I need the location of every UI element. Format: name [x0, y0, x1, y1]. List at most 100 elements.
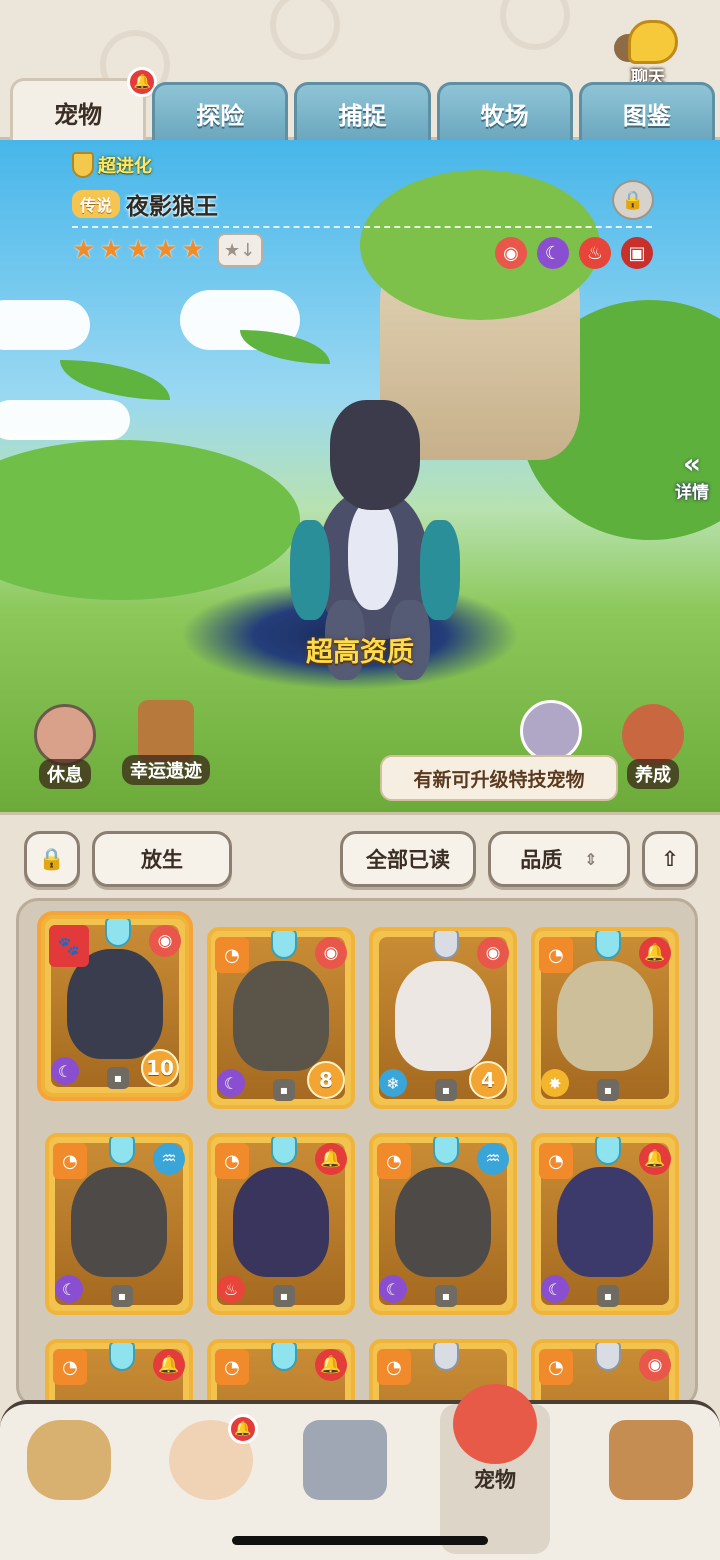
- read-all-button[interactable]: 全部已读: [340, 831, 476, 887]
- nav-equipment[interactable]: [290, 1414, 400, 1514]
- top-frame: 聊天 宠物 🔔 探险 捕捉 牧场 图鉴: [0, 0, 720, 144]
- pet-wolf-head[interactable]: [330, 400, 420, 510]
- pet-card[interactable]: ◔ 🔔 ☾ ▪: [531, 1133, 679, 1315]
- gem-icon: [271, 1343, 297, 1371]
- tab-label: 图鉴: [622, 102, 671, 130]
- shield-icon: [72, 152, 94, 178]
- level-badge: 10: [141, 1049, 179, 1087]
- pet-card[interactable]: ◉ ❄ ▪ 4: [369, 927, 517, 1109]
- nav-hero[interactable]: 🔔: [156, 1414, 266, 1514]
- nav-totem[interactable]: [596, 1414, 706, 1514]
- evolution-text: 超进化: [98, 156, 152, 177]
- gem-icon: [595, 931, 621, 959]
- sleeping-pet-icon: [34, 704, 96, 766]
- lock-icon: ▪: [435, 1285, 457, 1307]
- pet-card[interactable]: ◔ 🔔 ✸ ▪: [531, 927, 679, 1109]
- lock-icon: ▪: [273, 1285, 295, 1307]
- upgrade-tip[interactable]: 有新可升级特技宠物: [380, 755, 618, 801]
- tab-label: 捕捉: [338, 102, 387, 130]
- tab-pokedex[interactable]: 图鉴: [578, 82, 716, 142]
- gem-icon: [109, 1137, 135, 1165]
- sort-label: 品质: [520, 848, 563, 872]
- star-rating: ★ ★ ★ ★ ★ ★↓: [72, 233, 263, 267]
- gem-icon: [271, 1137, 297, 1165]
- palm-leaf: [60, 360, 170, 400]
- element-icons: ☾: [379, 1275, 407, 1303]
- palm-leaf: [240, 330, 330, 364]
- home-indicator: [232, 1536, 488, 1545]
- lock-icon: ▪: [435, 1079, 457, 1101]
- release-label: 放生: [141, 848, 183, 872]
- lock-icon: ▪: [107, 1067, 129, 1089]
- star-icon: ★: [99, 235, 123, 265]
- pet-avatar-icon: [520, 700, 582, 762]
- rest-label: 休息: [39, 759, 91, 789]
- egg-tag-icon: ◔: [377, 1143, 411, 1179]
- sort-direction-button[interactable]: ⇧: [642, 831, 698, 887]
- lucky-relic-button[interactable]: 幸运遗迹: [122, 700, 210, 785]
- arrow-up-icon: ⇧: [661, 847, 679, 871]
- details-button[interactable]: « 详情: [668, 450, 716, 504]
- chat-button[interactable]: 聊天: [614, 20, 682, 88]
- decor-swirl: [270, 0, 340, 60]
- lock-filter-button[interactable]: 🔒: [24, 831, 80, 887]
- thunder-dragon-portrait-icon: [233, 961, 329, 1071]
- element-icons: ☾: [541, 1275, 569, 1303]
- tab-explore[interactable]: 探险: [152, 82, 289, 142]
- chat-face-icon: [628, 20, 678, 64]
- pet-card[interactable]: ◔ 🔔 ♨ ▪: [207, 1133, 355, 1315]
- gem-icon: [105, 919, 131, 947]
- nav-pets[interactable]: 宠物: [440, 1384, 550, 1554]
- pet-wolf-arm: [420, 520, 460, 620]
- tab-ranch[interactable]: 牧场: [436, 82, 573, 142]
- notification-bell-icon: 🔔: [153, 1349, 185, 1381]
- star-icon: ★: [153, 235, 178, 265]
- pet-card[interactable]: ◔ 🔔: [207, 1339, 355, 1405]
- pet-card[interactable]: ◔ ♒ ☾ ▪: [369, 1133, 517, 1315]
- moon-icon: ☾: [379, 1275, 407, 1303]
- star-upgrade-button[interactable]: ★↓: [216, 233, 263, 267]
- tab-label: 牧场: [480, 102, 529, 130]
- moon-icon: ☾: [55, 1275, 83, 1303]
- pet-wolf-arm: [290, 520, 330, 620]
- star-icon: ★: [72, 235, 96, 265]
- release-button[interactable]: 放生: [92, 831, 232, 887]
- element-icons: ♨: [217, 1275, 245, 1303]
- element-icons: ❄: [379, 1069, 407, 1097]
- tab-capture[interactable]: 捕捉: [294, 82, 431, 142]
- egg-tag-icon: ◔: [53, 1349, 87, 1385]
- pet-card[interactable]: ◔ ◉: [531, 1339, 679, 1405]
- element-icons: ☾: [51, 1057, 79, 1085]
- pet-grid: 🐾 ◉ ☾ ▪ 10 ◔ ◉ ☾ ▪ 8 ◉ ❄ ▪ 4 ◔ 🔔 ✸ ▪ ◔ ♒…: [16, 898, 698, 1408]
- pet-card[interactable]: 🐾 ◉ ☾ ▪ 10: [41, 915, 189, 1097]
- pet-card[interactable]: ◔ 🔔: [45, 1339, 193, 1405]
- pet-card[interactable]: ◔ ♒ ☾ ▪: [45, 1133, 193, 1315]
- notification-bell-icon: 🔔: [315, 1349, 347, 1381]
- pet-avatar-button[interactable]: [520, 700, 582, 762]
- divider: [72, 226, 652, 228]
- pet-card[interactable]: ◔ ◉ ☾ ▪ 8: [207, 927, 355, 1109]
- nav-pets-label: 宠物: [474, 1468, 516, 1492]
- gem-icon: [109, 1343, 135, 1371]
- flame-beast-portrait-icon: [395, 1167, 491, 1277]
- pet-dino-icon: [453, 1384, 537, 1464]
- sword-icon: [303, 1420, 387, 1500]
- moon-icon: ☾: [51, 1057, 79, 1085]
- rest-button[interactable]: 休息: [34, 704, 96, 789]
- train-button[interactable]: 养成: [622, 704, 684, 789]
- nav-tribe[interactable]: [14, 1414, 124, 1514]
- star-icon: ★: [126, 235, 150, 265]
- lock-icon[interactable]: 🔒: [612, 180, 654, 220]
- element-icons: ☾: [55, 1275, 83, 1303]
- fire-icon: ♨: [579, 237, 611, 269]
- lock-icon: ▪: [273, 1079, 295, 1101]
- sort-quality-select[interactable]: 品质 ⇕: [488, 831, 630, 887]
- lock-icon: ▪: [597, 1079, 619, 1101]
- level-badge: 8: [307, 1061, 345, 1099]
- element-icons: ☾: [217, 1069, 245, 1097]
- pet-wolf-belly: [348, 500, 398, 610]
- main-tabs: 宠物 🔔 探险 捕捉 牧场 图鉴: [10, 67, 716, 144]
- hill: [0, 440, 300, 600]
- tab-pets[interactable]: 宠物 🔔: [10, 67, 158, 144]
- moon-icon: ☾: [537, 237, 569, 269]
